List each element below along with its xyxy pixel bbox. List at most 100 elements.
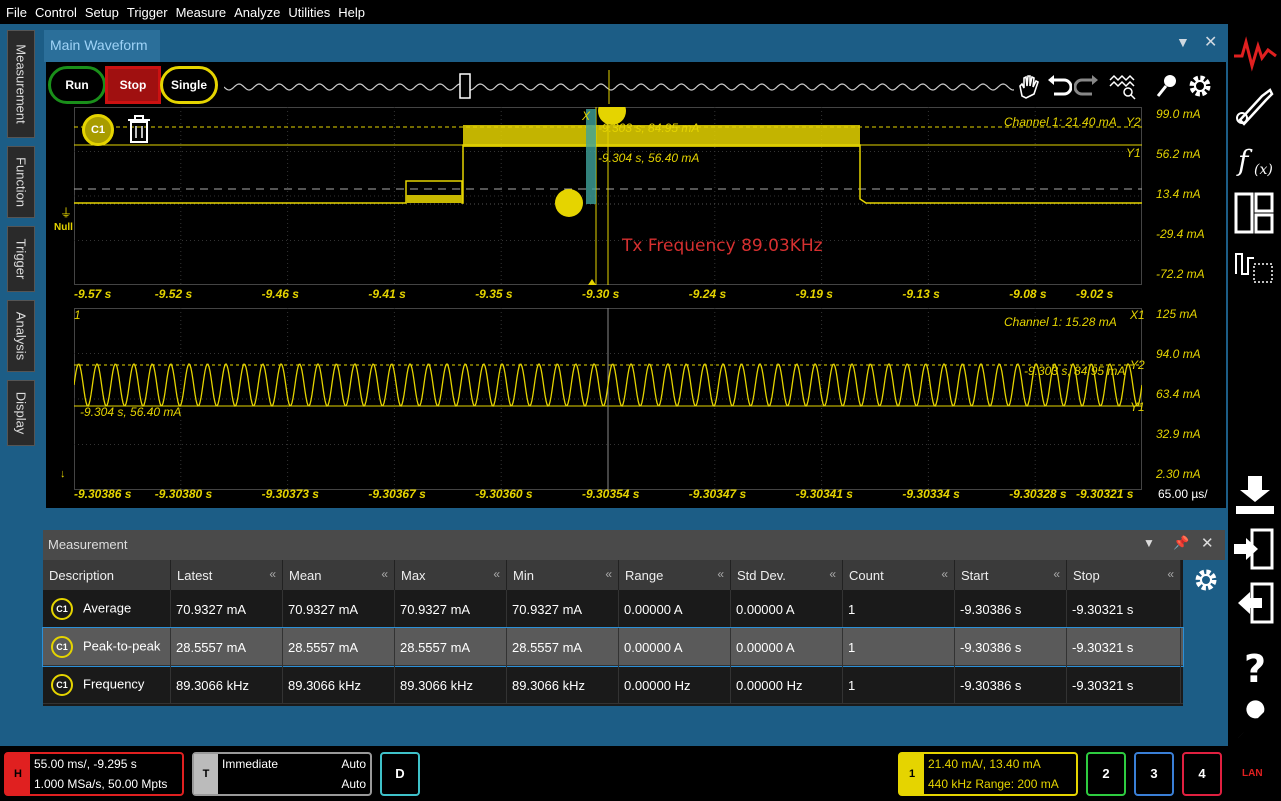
timebase-overview[interactable]: [224, 70, 1014, 104]
probe-icon[interactable]: [1232, 82, 1278, 128]
tab-display[interactable]: Display: [7, 380, 35, 446]
lower-time-label: -9.30354 s: [582, 487, 640, 501]
table-cell-text: 28.5557 mA: [176, 640, 247, 655]
menu-measure[interactable]: Measure: [176, 5, 227, 20]
waveform-logo-icon[interactable]: [1232, 32, 1278, 78]
column-collapse-icon[interactable]: «: [493, 567, 500, 581]
digital-button[interactable]: D: [380, 752, 420, 796]
redo-icon[interactable]: [1074, 72, 1102, 100]
table-cell: 89.3066 kHz: [283, 666, 395, 704]
column-collapse-icon[interactable]: «: [717, 567, 724, 581]
function-fx-icon[interactable]: f (x): [1232, 136, 1278, 182]
table-row[interactable]: C1 Frequency 89.3066 kHz 89.3066 kHz 89.3066…: [43, 666, 1183, 704]
column-header[interactable]: Min «: [507, 560, 619, 590]
upper-time-label: -9.08 s: [1009, 287, 1047, 301]
upper-time-label: -9.30 s: [582, 287, 620, 301]
column-collapse-icon[interactable]: «: [1053, 567, 1060, 581]
column-header[interactable]: Count «: [843, 560, 955, 590]
measurement-settings-gear-icon[interactable]: [1192, 566, 1220, 594]
table-row[interactable]: C1 Peak-to-peak 28.5557 mA 28.5557 mA 28.555…: [42, 627, 1184, 667]
menu-analyze[interactable]: Analyze: [234, 5, 280, 20]
upper-time-label: -9.46 s: [261, 287, 299, 301]
measurement-menu-icon[interactable]: ▼: [1143, 536, 1155, 550]
channel-c1-badge[interactable]: C1: [82, 114, 114, 146]
pan-hand-icon[interactable]: [1014, 72, 1044, 100]
measurement-close-icon[interactable]: ✕: [1201, 534, 1214, 552]
table-cell-text: Peak-to-peak: [83, 638, 161, 654]
column-header[interactable]: Max «: [395, 560, 507, 590]
menu-setup[interactable]: Setup: [85, 5, 119, 20]
trash-icon[interactable]: [126, 114, 152, 144]
utilities-wrench-icon[interactable]: [1232, 698, 1278, 744]
stop-button[interactable]: Stop: [105, 66, 161, 104]
horizontal-settings[interactable]: H 55.00 ms/, -9.295 s 1.000 MSa/s, 50.00…: [4, 752, 184, 796]
column-header-label: Description: [49, 568, 115, 583]
single-button[interactable]: Single: [160, 66, 218, 104]
lower-scale-label: 94.0 mA: [1156, 347, 1201, 361]
table-cell-text: 0.00000 A: [624, 640, 683, 655]
upper-time-label: -9.19 s: [795, 287, 833, 301]
channel-4-button[interactable]: 4: [1182, 752, 1222, 796]
tab-analysis[interactable]: Analysis: [7, 300, 35, 372]
table-cell: -9.30386 s: [955, 590, 1067, 628]
menu-utilities[interactable]: Utilities: [288, 5, 330, 20]
upper-cursor-a-readout: -9.303 s, 84.95 mA: [598, 121, 700, 135]
measurement-pin-icon[interactable]: 📌: [1173, 535, 1189, 551]
column-collapse-icon[interactable]: «: [829, 567, 836, 581]
column-collapse-icon[interactable]: «: [381, 567, 388, 581]
save-download-icon[interactable]: [1232, 472, 1278, 518]
column-collapse-icon[interactable]: «: [605, 567, 612, 581]
run-button[interactable]: Run: [48, 66, 106, 104]
window-close-icon[interactable]: ✕: [1204, 32, 1217, 52]
column-header[interactable]: Start «: [955, 560, 1067, 590]
tab-trigger[interactable]: Trigger: [7, 226, 35, 292]
import-icon[interactable]: [1232, 526, 1278, 572]
menu-help[interactable]: Help: [338, 5, 365, 20]
layout-split-icon[interactable]: [1232, 190, 1278, 236]
channel-2-button[interactable]: 2: [1086, 752, 1126, 796]
export-icon[interactable]: [1232, 580, 1278, 626]
tab-measurement[interactable]: Measurement: [7, 30, 35, 138]
digital-bus-icon[interactable]: [1232, 244, 1278, 290]
channel-1-settings[interactable]: 1 21.40 mA/, 13.40 mA 440 kHz Range: 200…: [898, 752, 1078, 796]
tab-analysis-label: Analysis: [13, 311, 29, 361]
overview-window-handle[interactable]: [459, 73, 471, 99]
column-collapse-icon[interactable]: «: [941, 567, 948, 581]
column-header[interactable]: Stop «: [1067, 560, 1181, 590]
undo-icon[interactable]: [1044, 72, 1072, 100]
column-header[interactable]: Range «: [619, 560, 731, 590]
lower-ground-arrow-icon: ↓: [60, 468, 66, 480]
column-header[interactable]: Description: [43, 560, 171, 590]
table-cell: 1: [843, 666, 955, 704]
marker-pin-icon[interactable]: [1154, 72, 1182, 100]
table-cell-text: 0.00000 A: [624, 602, 683, 617]
table-cell: 28.5557 mA: [171, 628, 283, 666]
time-per-division[interactable]: 65.00 µs/: [1158, 487, 1208, 501]
column-collapse-icon[interactable]: «: [269, 567, 276, 581]
table-row[interactable]: C1 Average 70.9327 mA 70.9327 mA 70.9327 mA 7…: [43, 590, 1183, 628]
window-menu-icon[interactable]: ▼: [1176, 34, 1190, 50]
scope-display[interactable]: Run Stop Single C1 -9.303 s, 84.95 mA -9…: [46, 62, 1226, 508]
table-cell: -9.30321 s: [1067, 590, 1181, 628]
tab-main-waveform[interactable]: Main Waveform: [44, 30, 160, 62]
menu-control[interactable]: Control: [35, 5, 77, 20]
trigger-mode: Immediate: [222, 757, 279, 771]
tab-function[interactable]: Function: [7, 146, 35, 218]
table-cell-text: 1: [848, 640, 856, 655]
column-header[interactable]: Std Dev. «: [731, 560, 843, 590]
upper-scale-label: -72.2 mA: [1156, 267, 1205, 281]
cursor-handle-b[interactable]: [555, 189, 583, 217]
menu-file[interactable]: File: [6, 5, 27, 20]
channel-3-button[interactable]: 3: [1134, 752, 1174, 796]
help-icon[interactable]: ?: [1232, 644, 1278, 690]
column-header[interactable]: Mean «: [283, 560, 395, 590]
scope-settings-gear-icon[interactable]: [1186, 72, 1214, 100]
table-cell: 70.9327 mA: [171, 590, 283, 628]
trigger-settings[interactable]: T Immediate Auto Auto: [192, 752, 372, 796]
zoom-waveform-icon[interactable]: [1108, 72, 1138, 100]
status-bar: H 55.00 ms/, -9.295 s 1.000 MSa/s, 50.00…: [0, 746, 1228, 801]
column-header[interactable]: Latest «: [171, 560, 283, 590]
column-collapse-icon[interactable]: «: [1167, 567, 1174, 581]
menu-trigger[interactable]: Trigger: [127, 5, 168, 20]
tab-function-label: Function: [13, 157, 29, 207]
